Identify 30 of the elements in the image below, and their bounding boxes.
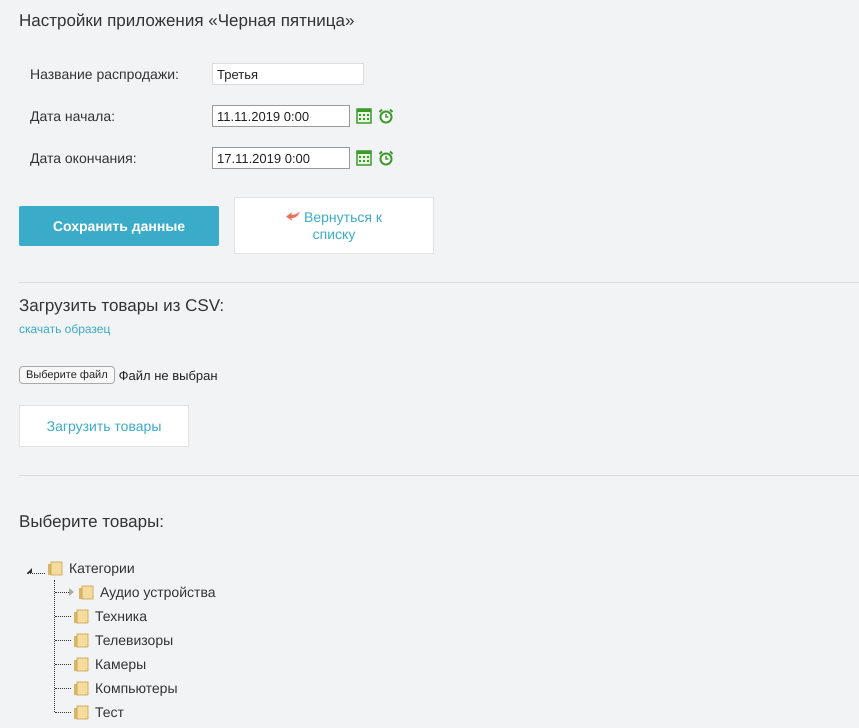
calendar-icon[interactable] <box>356 150 372 166</box>
tree-item[interactable]: Аудио устройства <box>100 584 216 600</box>
tree-item[interactable]: Техника <box>95 608 148 624</box>
file-status: Файл не выбран <box>118 368 218 382</box>
input-field[interactable]: Третья <box>212 63 364 85</box>
section-heading: Выберите товары: <box>19 512 166 532</box>
tree-item[interactable]: Камеры <box>95 656 146 672</box>
field-label: Дата начала: <box>30 108 116 124</box>
folder-icon <box>73 608 89 624</box>
folder-icon <box>73 656 89 672</box>
page-title: Настройки приложения «Черная пятница» <box>19 10 356 32</box>
input-field[interactable]: 17.11.2019 0:00 <box>212 147 350 169</box>
choose-file-button[interactable]: Выберите файл <box>19 366 115 384</box>
field-label: Название распродажи: <box>30 66 180 82</box>
section-heading: Загрузить товары из CSV: <box>19 296 226 316</box>
input-field[interactable]: 11.11.2019 0:00 <box>212 105 350 127</box>
tree-item[interactable]: Категории <box>69 560 135 576</box>
calendar-icon[interactable] <box>356 108 372 124</box>
tree-item[interactable]: Телевизоры <box>95 632 174 648</box>
folder-icon <box>78 584 94 600</box>
alarm-clock-icon[interactable] <box>378 150 394 166</box>
alarm-clock-icon[interactable] <box>378 108 394 124</box>
field-label: Дата окончания: <box>30 150 138 166</box>
folder-icon <box>73 680 89 696</box>
back-arrow-icon <box>286 210 300 222</box>
folder-icon <box>73 632 89 648</box>
tree-item[interactable]: Компьютеры <box>95 680 178 696</box>
folder-icon <box>47 560 63 576</box>
folder-icon <box>73 704 89 720</box>
tree-item[interactable]: Тест <box>95 704 124 720</box>
